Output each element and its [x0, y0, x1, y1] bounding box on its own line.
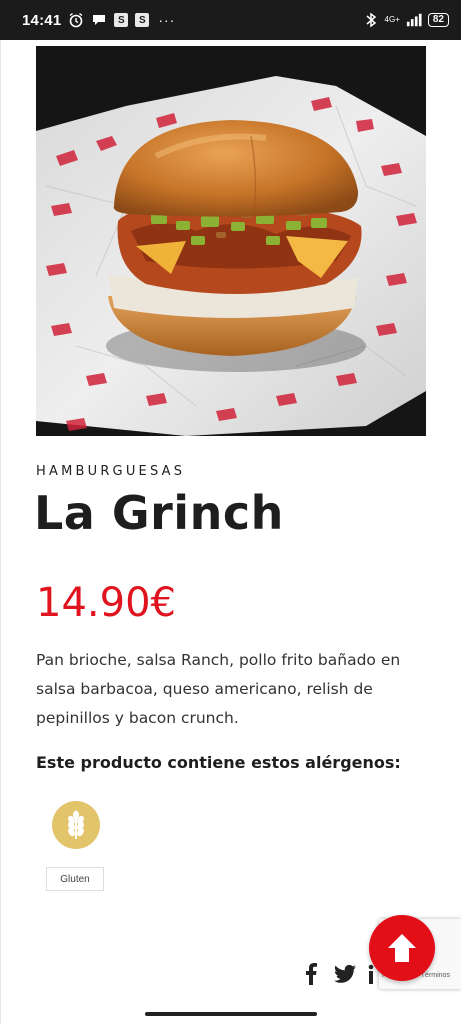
signal-icon: [406, 12, 422, 28]
arrow-up-icon: [388, 934, 416, 962]
product-title: La Grinch: [34, 486, 284, 540]
bluetooth-icon: [363, 12, 379, 28]
notification-badge: S: [135, 13, 150, 27]
page-edge: [0, 40, 1, 1024]
product-category: HAMBURGUESAS: [36, 464, 186, 479]
allergens-heading: Este producto contiene estos alérgenos:: [36, 753, 401, 772]
status-bar: 14:41 S S ··· 4G+ 82: [0, 0, 461, 40]
alarm-icon: [68, 12, 84, 28]
more-notifications: ···: [158, 12, 176, 28]
allergen-label: Gluten: [46, 867, 104, 891]
battery-indicator: 82: [427, 13, 449, 27]
linkedin-icon[interactable]: [368, 962, 380, 986]
product-price: 14.90€: [36, 580, 176, 626]
network-type: 4G+: [384, 15, 400, 24]
facebook-icon[interactable]: [304, 962, 318, 986]
product-description: Pan brioche, salsa Ranch, pollo frito ba…: [36, 651, 401, 727]
product-image: [36, 46, 426, 436]
status-time: 14:41: [22, 11, 62, 29]
notification-badge: S: [114, 13, 129, 27]
home-indicator[interactable]: [145, 1012, 317, 1016]
chat-bubble-icon: [91, 12, 107, 28]
wheat-icon: [52, 801, 100, 849]
twitter-icon[interactable]: [334, 962, 356, 986]
